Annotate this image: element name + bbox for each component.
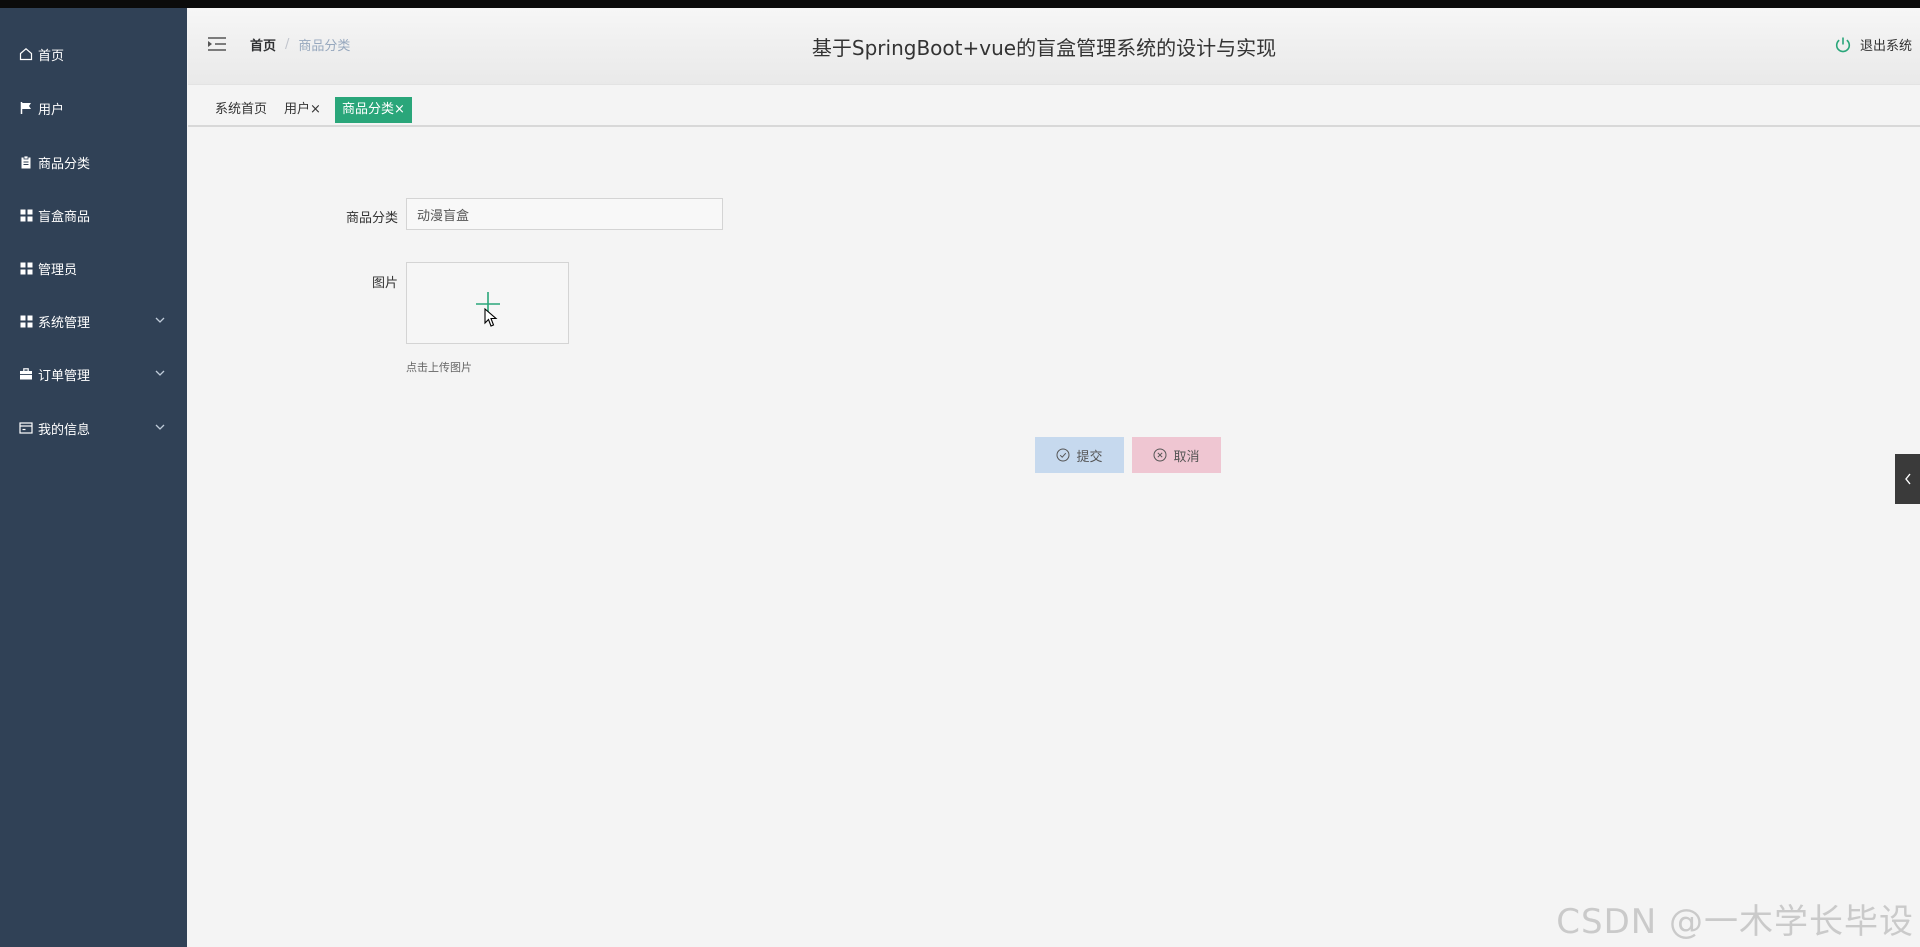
upload-hint: 点击上传图片 (406, 361, 472, 374)
tag-label: 商品分类 (342, 102, 395, 117)
grid-icon (18, 207, 34, 223)
watermark: CSDN @一木学长毕设 (1556, 902, 1914, 942)
sidebar-item-system-management[interactable]: 系统管理 (0, 301, 187, 341)
check-circle-icon (1056, 448, 1070, 462)
chevron-down-icon (155, 424, 165, 430)
category-field-label: 商品分类 (345, 211, 398, 226)
logout-label: 退出系统 (1859, 39, 1912, 54)
tag-product-category[interactable]: 商品分类× (335, 97, 412, 123)
window-top-strip (0, 0, 1920, 8)
close-icon[interactable]: × (310, 102, 321, 117)
briefcase-icon (18, 366, 34, 382)
grid-icon (18, 313, 34, 329)
submit-label: 提交 (1076, 449, 1103, 465)
sidebar-item-label: 首页 (38, 48, 65, 64)
flag-icon (18, 100, 34, 116)
chevron-down-icon (155, 370, 165, 376)
sidebar: 首页 用户 商品分类 盲盒商品 管理员 系统管理 订单管理 我的信息 (0, 8, 187, 947)
home-icon (18, 46, 34, 62)
grid-icon (18, 260, 34, 276)
cancel-label: 取消 (1173, 449, 1200, 465)
sidebar-item-label: 用户 (38, 102, 65, 118)
category-input[interactable] (406, 198, 723, 230)
submit-button[interactable]: 提交 (1035, 437, 1124, 473)
sidebar-item-label: 盲盒商品 (38, 209, 91, 225)
app-frame: 首页 用户 商品分类 盲盒商品 管理员 系统管理 订单管理 我的信息 首页 / … (0, 8, 1920, 947)
clipboard-icon (18, 154, 34, 170)
top-header: 首页 / 商品分类 基于SpringBoot+vue的盲盒管理系统的设计与实现 … (188, 8, 1920, 85)
image-field-label: 图片 (371, 276, 398, 291)
sidebar-item-product-category[interactable]: 商品分类 (0, 142, 187, 182)
power-icon (1835, 37, 1851, 52)
side-panel-toggle[interactable] (1895, 454, 1920, 504)
cancel-button[interactable]: 取消 (1132, 437, 1221, 473)
image-upload-box[interactable] (406, 262, 569, 344)
tag-system-home[interactable]: 系统首页 (215, 97, 267, 123)
page-title: 基于SpringBoot+vue的盲盒管理系统的设计与实现 (811, 36, 1277, 60)
sidebar-item-users[interactable]: 用户 (0, 88, 187, 128)
logout-button[interactable]: 退出系统 (1834, 35, 1912, 54)
mouse-cursor-icon (484, 308, 498, 327)
tag-label: 系统首页 (215, 102, 268, 117)
tags-view-bar: 系统首页 用户× 商品分类× (188, 85, 1920, 127)
sidebar-item-label: 我的信息 (38, 422, 91, 438)
sidebar-item-label: 管理员 (38, 262, 78, 278)
close-icon[interactable]: × (394, 102, 405, 117)
id-card-icon (18, 420, 34, 436)
chevron-down-icon (155, 317, 165, 323)
sidebar-item-blindbox-products[interactable]: 盲盒商品 (0, 195, 187, 235)
close-circle-icon (1153, 448, 1167, 462)
sidebar-item-label: 订单管理 (38, 368, 91, 384)
tag-label: 用户 (284, 102, 311, 117)
tag-users[interactable]: 用户× (284, 97, 321, 123)
sidebar-item-admins[interactable]: 管理员 (0, 248, 187, 288)
sidebar-item-label: 商品分类 (38, 156, 91, 172)
sidebar-item-home[interactable]: 首页 (0, 34, 187, 74)
sidebar-item-my-info[interactable]: 我的信息 (0, 408, 187, 448)
chevron-left-icon (1904, 473, 1911, 485)
sidebar-item-label: 系统管理 (38, 315, 91, 331)
sidebar-item-order-management[interactable]: 订单管理 (0, 354, 187, 394)
